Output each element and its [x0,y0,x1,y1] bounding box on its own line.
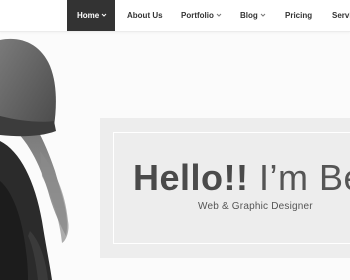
chevron-down-icon [216,12,222,18]
nav-home-label: Home [77,11,100,20]
main-navbar: Home About Us Portfolio Blog Pricing Ser… [0,0,350,32]
nav-pricing[interactable]: Pricing [285,0,312,31]
hero-title: Hello!! I’m Be [133,155,350,201]
nav-portfolio[interactable]: Portfolio [181,0,222,31]
chevron-down-icon [101,12,107,18]
chevron-down-icon [260,12,266,18]
nav-services-label: Servi [332,11,350,20]
hero-subtitle: Web & Graphic Designer [198,201,313,212]
nav-blog[interactable]: Blog [240,0,266,31]
hero-title-bold: Hello!! [133,157,249,198]
nav-blog-label: Blog [240,11,258,20]
nav-about-us-label: About Us [127,11,163,20]
nav-about-us[interactable]: About Us [127,0,163,31]
nav-pricing-label: Pricing [285,11,313,20]
nav-services[interactable]: Servi [332,0,350,31]
hero-title-light: I’m Be [259,157,350,198]
nav-home[interactable]: Home [67,0,115,31]
nav-portfolio-label: Portfolio [181,11,214,20]
